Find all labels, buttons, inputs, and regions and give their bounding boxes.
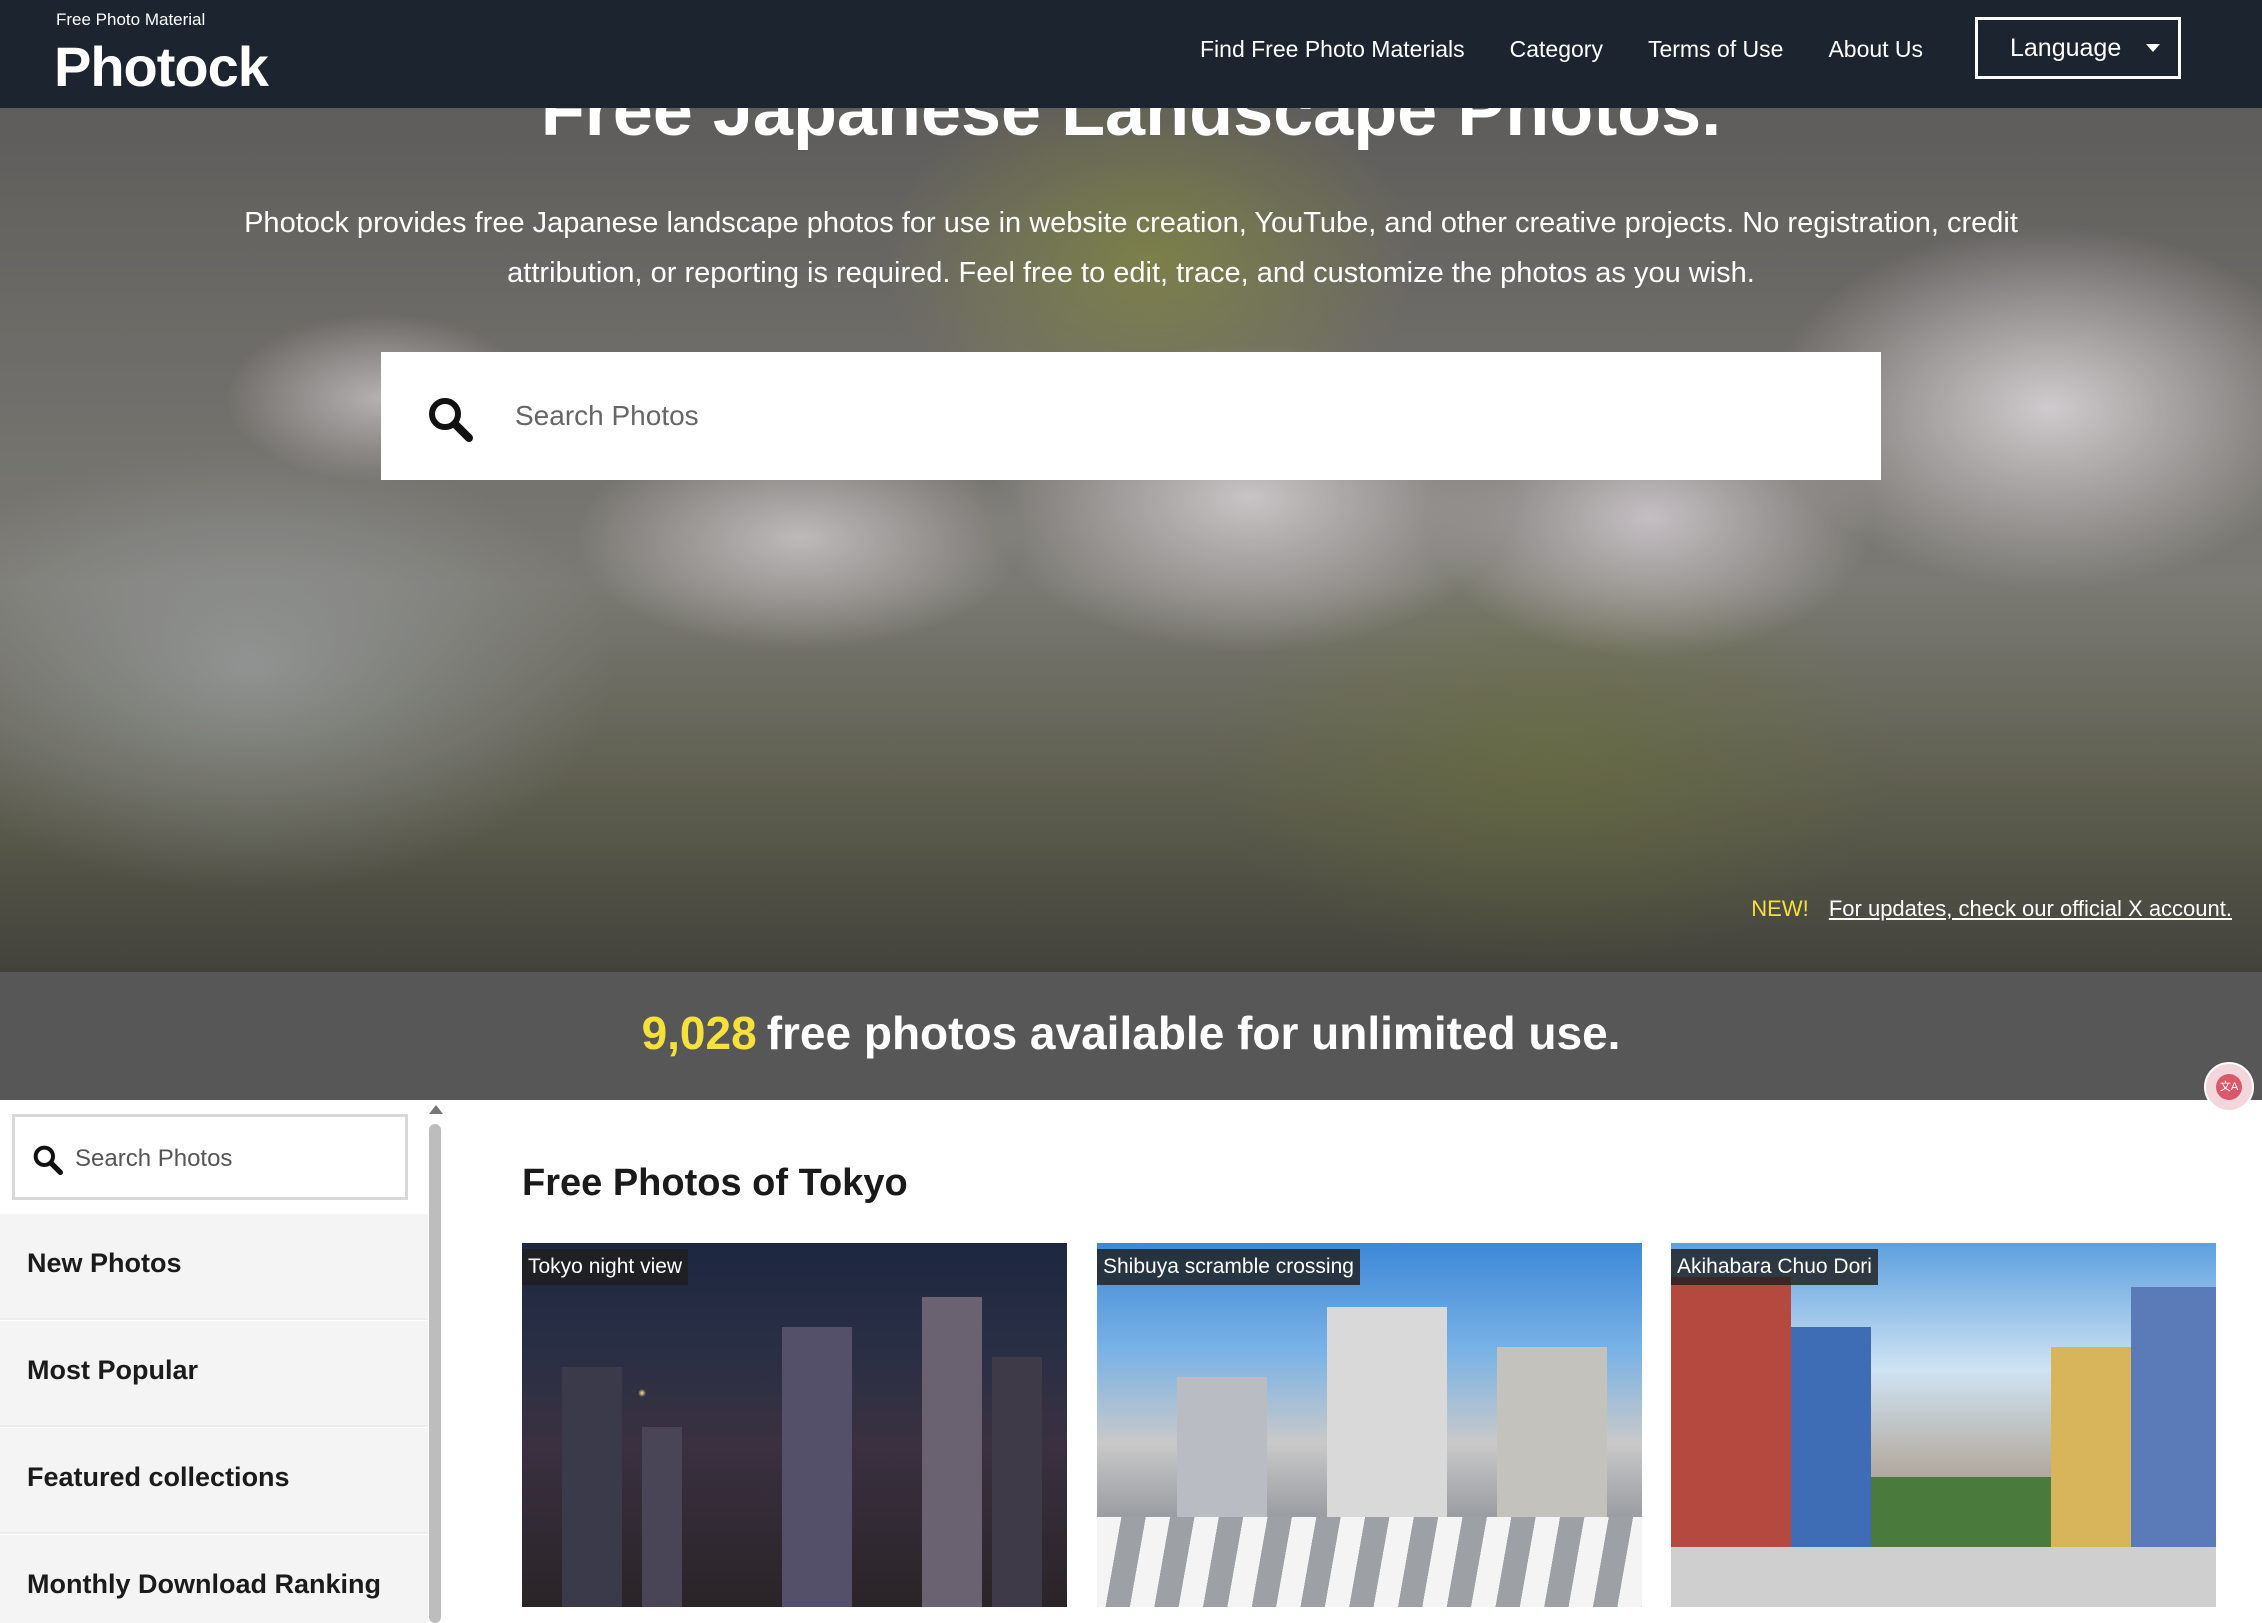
photo-card-akihabara[interactable]: Akihabara Chuo Dori xyxy=(1671,1243,2216,1607)
hero-title: Free Japanese Landscape Photos. xyxy=(540,108,1722,151)
photo-count-number: 9,028 xyxy=(641,1007,757,1059)
search-icon xyxy=(429,398,473,442)
scroll-up-arrow-icon[interactable] xyxy=(429,1105,443,1114)
x-account-link[interactable]: For updates, check our official X accoun… xyxy=(1829,896,2232,921)
photo-count-text: 9,028 free photos available for unlimited… xyxy=(642,1006,1621,1060)
translate-widget-button[interactable]: 文A xyxy=(2204,1062,2254,1112)
news-badge: NEW! xyxy=(1751,896,1809,921)
photo-caption: Akihabara Chuo Dori xyxy=(1671,1249,1878,1285)
top-nav-bar: Free Photo Material Photock Find Free Ph… xyxy=(0,0,2262,108)
sidebar-item-most-popular[interactable]: Most Popular xyxy=(0,1321,428,1427)
scrollbar-thumb[interactable] xyxy=(429,1124,441,1623)
hero-description: Photock provides free Japanese landscape… xyxy=(244,207,2018,289)
hero-search-input[interactable] xyxy=(515,388,1815,444)
photo-card-shibuya-crossing[interactable]: Shibuya scramble crossing xyxy=(1097,1243,1642,1607)
sidebar: New Photos Most Popular Featured collect… xyxy=(0,1100,430,1623)
sidebar-scrollbar[interactable] xyxy=(428,1100,443,1623)
nav-find-free-photos[interactable]: Find Free Photo Materials xyxy=(1200,36,1465,63)
news-banner: NEW! For updates, check our official X a… xyxy=(1751,896,2232,922)
language-dropdown[interactable]: Language xyxy=(1975,17,2181,79)
photo-caption: Tokyo night view xyxy=(522,1249,689,1285)
sidebar-search-input[interactable] xyxy=(75,1141,375,1177)
sidebar-search-box xyxy=(12,1114,408,1200)
photo-count-bar: 9,028 free photos available for unlimited… xyxy=(0,972,2262,1100)
photo-thumbnail xyxy=(562,1367,622,1607)
hero-search-box xyxy=(381,352,1881,480)
sidebar-item-new-photos[interactable]: New Photos xyxy=(0,1214,428,1320)
photo-card-tokyo-night-view[interactable]: Tokyo night view xyxy=(522,1243,1067,1607)
language-label: Language xyxy=(2010,34,2122,62)
caret-down-icon xyxy=(2146,44,2160,52)
brand-tagline: Free Photo Material xyxy=(56,10,206,29)
photo-count-suffix: free photos available for unlimited use. xyxy=(766,1007,1621,1059)
section-title: Free Photos of Tokyo xyxy=(522,1162,908,1204)
search-icon xyxy=(33,1145,63,1175)
sidebar-item-featured-collections[interactable]: Featured collections xyxy=(0,1428,428,1534)
nav-terms-of-use[interactable]: Terms of Use xyxy=(1648,36,1783,63)
sidebar-item-monthly-ranking[interactable]: Monthly Download Ranking xyxy=(0,1535,428,1623)
translate-icon: 文A xyxy=(2216,1074,2242,1100)
nav-about-us[interactable]: About Us xyxy=(1828,36,1923,63)
nav-category[interactable]: Category xyxy=(1510,36,1603,63)
photo-caption: Shibuya scramble crossing xyxy=(1097,1249,1360,1285)
hero-banner: Free Japanese Landscape Photos. Photock … xyxy=(0,108,2262,972)
brand-logo[interactable]: Photock xyxy=(54,34,269,99)
main-nav: Find Free Photo Materials Category Terms… xyxy=(1200,36,1923,63)
